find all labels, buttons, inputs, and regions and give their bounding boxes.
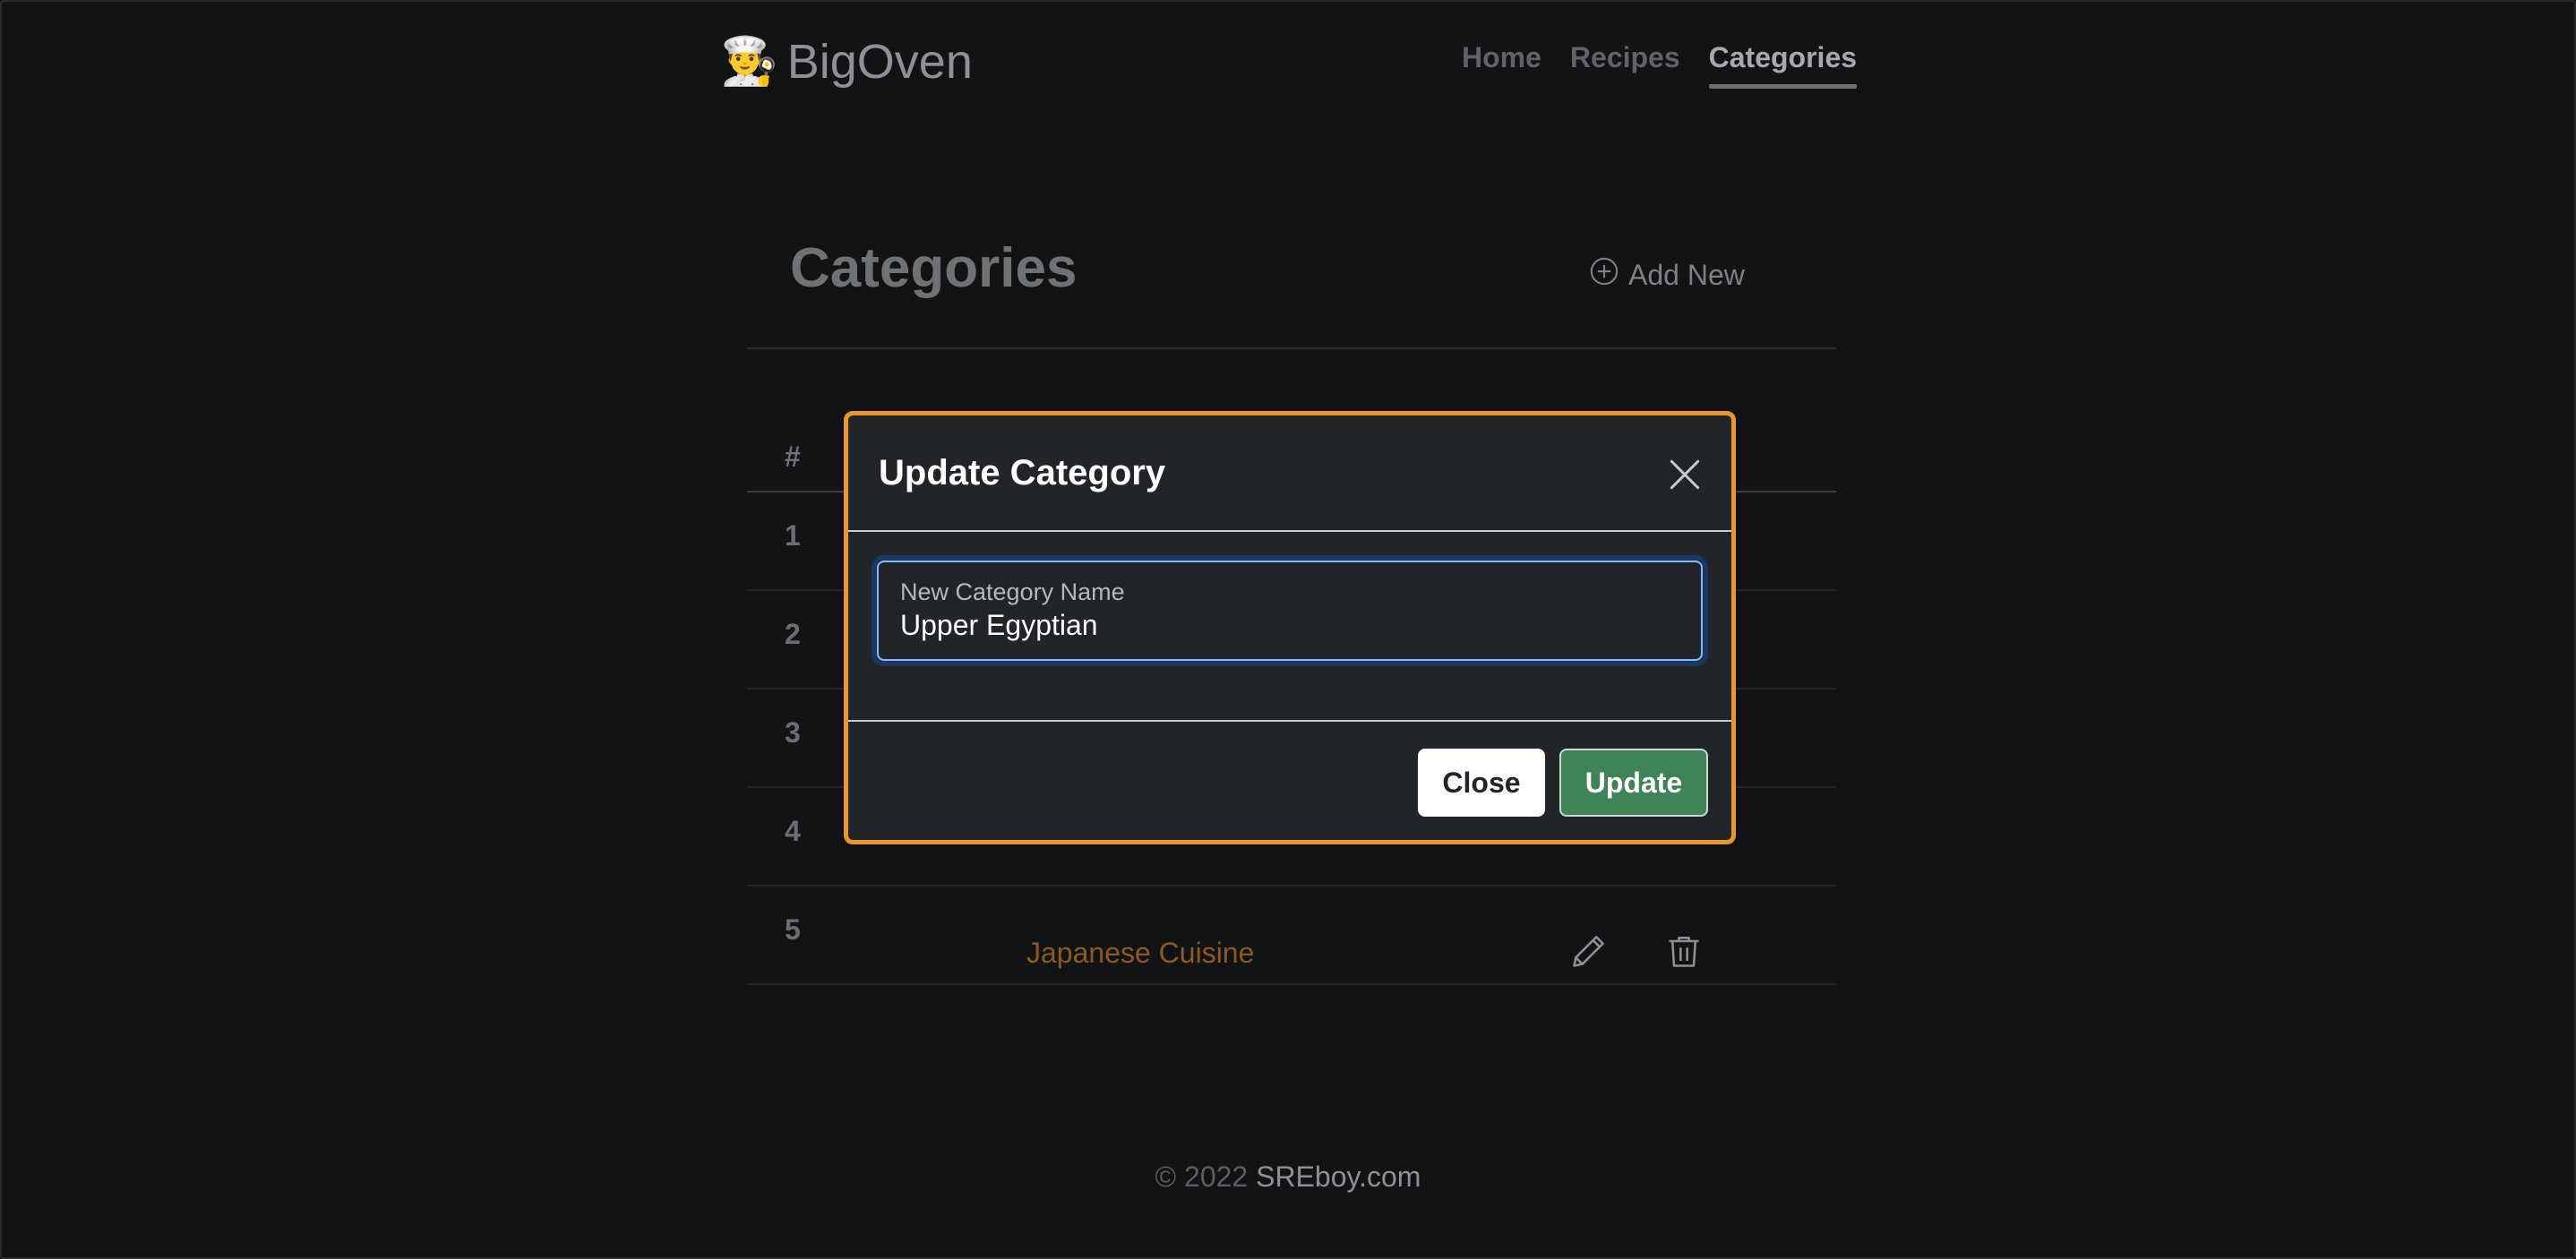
table-row: 5 Japanese Cuisine	[747, 886, 1836, 985]
category-name-label: New Category Name	[900, 578, 1125, 605]
category-name-field[interactable]: New Category Name	[877, 561, 1703, 661]
modal-header: Update Category	[848, 415, 1731, 532]
category-name-input[interactable]	[900, 609, 1670, 642]
close-icon[interactable]	[1665, 455, 1704, 494]
modal-body: New Category Name	[848, 532, 1731, 722]
add-new-label: Add New	[1628, 258, 1745, 291]
brand-logo[interactable]: 👨‍🍳 BigOven	[720, 34, 973, 90]
update-button[interactable]: Update	[1559, 749, 1708, 817]
nav-categories[interactable]: Categories	[1708, 41, 1858, 89]
close-button[interactable]: Close	[1418, 749, 1545, 817]
browser-window: 👨‍🍳 BigOven Home Recipes Categories Cate…	[0, 0, 2576, 1259]
add-new-button[interactable]: Add New	[1589, 256, 1745, 294]
footer: © 2022 SREboy.com	[2, 1161, 2574, 1194]
modal-title: Update Category	[879, 453, 1166, 492]
category-name-link[interactable]: Japanese Cuisine	[1026, 937, 1254, 970]
row-index: 5	[785, 913, 801, 946]
main-nav: Home Recipes Categories	[1462, 41, 1858, 89]
modal-footer: Close Update	[848, 722, 1731, 840]
page-title: Categories	[790, 237, 1078, 299]
column-header-index: #	[785, 441, 801, 473]
plus-circle-icon	[1589, 256, 1619, 294]
row-index: 1	[785, 519, 801, 552]
nav-home[interactable]: Home	[1462, 41, 1541, 89]
chef-icon: 👨‍🍳	[720, 36, 778, 88]
copyright-text: © 2022	[1155, 1161, 1249, 1193]
pencil-icon[interactable]	[1569, 931, 1609, 971]
trash-icon[interactable]	[1664, 931, 1704, 971]
divider	[747, 347, 1836, 349]
row-index: 4	[785, 815, 801, 847]
nav-recipes[interactable]: Recipes	[1570, 41, 1680, 89]
update-category-modal: Update Category New Category Name Close …	[844, 411, 1736, 844]
footer-site-link[interactable]: SREboy.com	[1256, 1161, 1421, 1193]
brand-name: BigOven	[786, 35, 973, 89]
row-index: 3	[785, 716, 801, 749]
row-index: 2	[785, 618, 801, 650]
